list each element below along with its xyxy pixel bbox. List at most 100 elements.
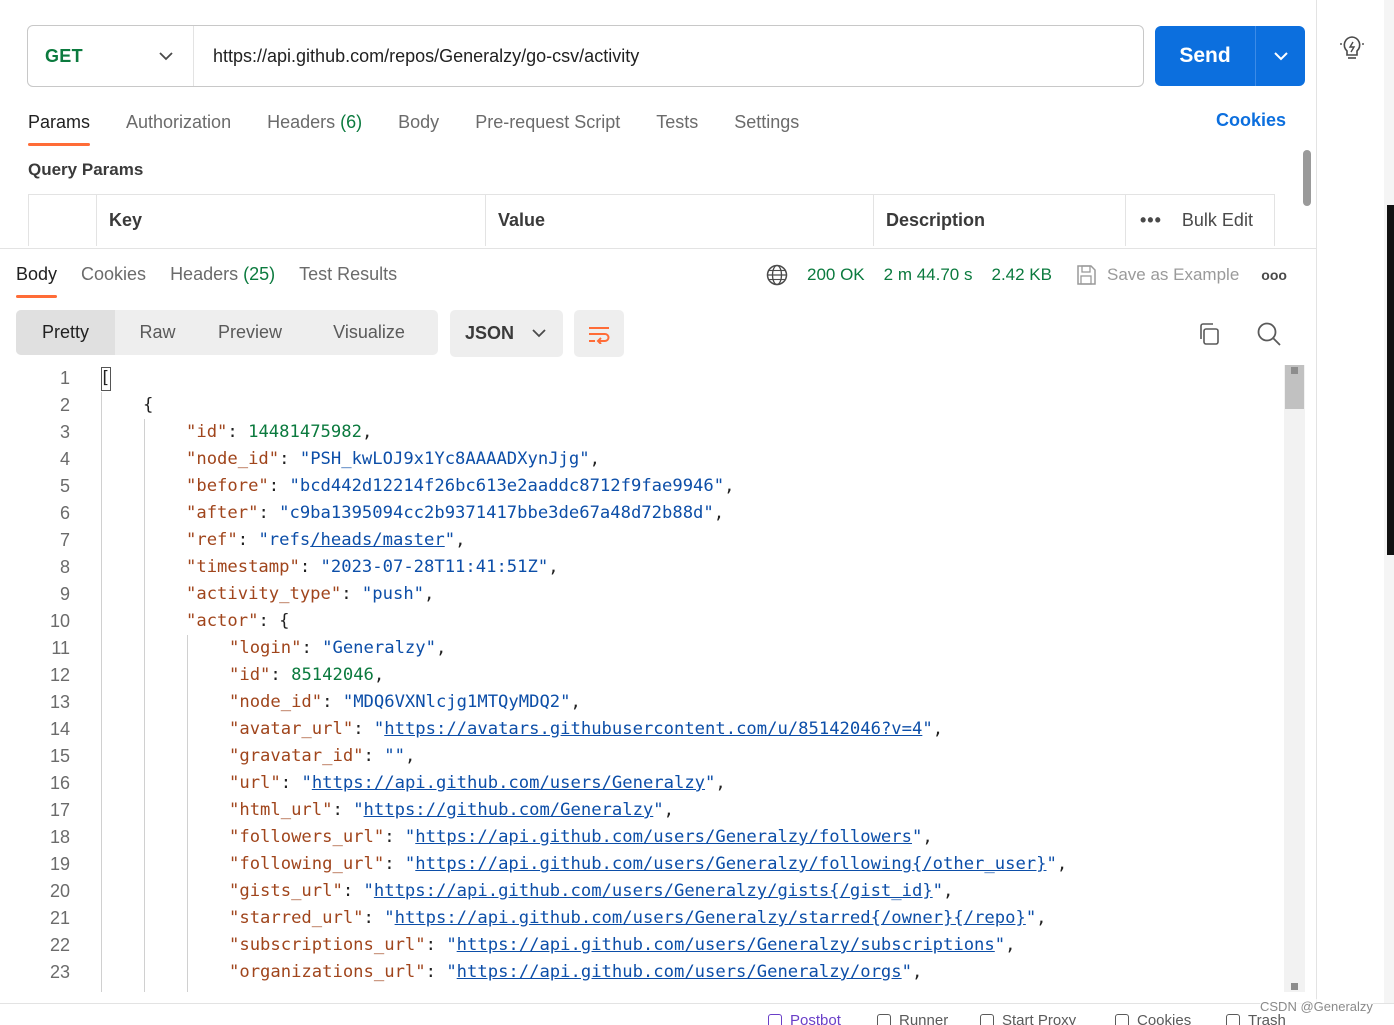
code-line: 22 "subscriptions_url": "https://api.gith… — [0, 932, 1284, 959]
response-tab-cookies[interactable]: Cookies — [81, 262, 146, 298]
code-text: "ref": "refs/heads/master", — [186, 527, 465, 554]
response-tab-body[interactable]: Body — [16, 262, 58, 298]
more-icon[interactable]: ••• — [1140, 210, 1162, 231]
proxy-icon — [980, 1013, 994, 1025]
cookies-link[interactable]: Cookies — [1216, 110, 1286, 131]
response-tab-test-results[interactable]: Test Results — [299, 262, 397, 298]
url-input[interactable]: https://api.github.com/repos/Generalzy/g… — [194, 46, 639, 67]
tab-headers[interactable]: Headers (6) — [267, 110, 362, 146]
json-key: "before" — [186, 476, 269, 496]
tab-label: Headers — [170, 264, 239, 284]
json-link[interactable]: https://api.github.com/users/Generalzy — [312, 773, 705, 793]
bulk-edit-button[interactable]: ••• Bulk Edit — [1126, 195, 1274, 246]
postbot-button[interactable]: Postbot — [768, 1012, 841, 1025]
json-punct: : — [280, 773, 302, 793]
method-select[interactable]: GET — [28, 26, 194, 86]
chevron-down-icon — [159, 51, 173, 61]
format-select[interactable]: JSON — [450, 310, 563, 357]
json-punct: , — [663, 800, 675, 820]
json-punct: : — [322, 692, 343, 712]
code-text: "html_url": "https://github.com/Generalz… — [229, 797, 674, 824]
json-key: "node_id" — [229, 692, 323, 712]
status-badge[interactable]: 200 OK — [807, 265, 865, 285]
view-preview-button[interactable]: Preview — [200, 310, 300, 355]
tab-authorization[interactable]: Authorization — [126, 110, 231, 146]
json-link[interactable]: https://api.github.com/users/Generalzy/f… — [415, 854, 1046, 874]
code-text: "actor": { — [186, 608, 289, 635]
tab-pre-request-script[interactable]: Pre-request Script — [475, 110, 620, 146]
json-link[interactable]: https://avatars.githubusercontent.com/u/… — [384, 719, 922, 739]
response-time[interactable]: 2 m 44.70 s — [884, 265, 973, 285]
tab-params[interactable]: Params — [28, 110, 91, 146]
code-line: 8 "timestamp": "2023-07-28T11:41:51Z", — [0, 554, 1284, 581]
json-link[interactable]: https://github.com/Generalzy — [364, 800, 654, 820]
query-params-title: Query Params — [28, 160, 144, 179]
view-mode-group: Pretty Raw Preview Visualize — [16, 310, 438, 355]
code-text: "activity_type": "push", — [186, 581, 434, 608]
json-string: "PSH_kwLOJ9x1Yc8AAAADXynJjg" — [299, 449, 590, 469]
json-link[interactable]: https://api.github.com/users/Generalzy/s… — [457, 935, 995, 955]
runner-button[interactable]: Runner — [877, 1012, 948, 1025]
cookies-button[interactable]: Cookies — [1115, 1012, 1191, 1025]
code-line: 3 "id": 14481475982, — [0, 419, 1284, 446]
save-as-example-button[interactable]: Save as Example — [1075, 264, 1239, 286]
response-tab-headers[interactable]: Headers (25) — [170, 262, 275, 298]
view-raw-button[interactable]: Raw — [115, 310, 200, 355]
more-options-icon[interactable]: ooo — [1261, 267, 1287, 283]
lightbulb-icon[interactable] — [1339, 34, 1365, 67]
tab-body[interactable]: Body — [398, 110, 439, 146]
view-pretty-button[interactable]: Pretty — [16, 310, 115, 355]
code-text: "gravatar_id": "", — [229, 743, 415, 770]
code-line: 4 "node_id": "PSH_kwLOJ9x1Yc8AAAADXynJjg"… — [0, 446, 1284, 473]
json-string: " — [384, 908, 395, 928]
scroll-up-arrow[interactable] — [1291, 367, 1298, 374]
json-punct: , — [361, 422, 373, 442]
wrap-lines-button[interactable] — [574, 310, 624, 357]
json-punct: , — [1036, 908, 1047, 928]
json-key: "id" — [186, 422, 228, 442]
response-body-editor[interactable]: 1[2{3 "id": 14481475982, 4 "node_id": "PSH_… — [0, 365, 1284, 992]
runner-icon — [877, 1013, 891, 1025]
json-string: "Generalzy" — [322, 638, 436, 658]
globe-icon[interactable] — [766, 264, 788, 286]
code-text: "organizations_url": "https://api.github… — [229, 959, 922, 986]
copy-icon[interactable] — [1196, 321, 1222, 352]
tab-label: Settings — [734, 112, 800, 132]
scroll-down-arrow[interactable] — [1291, 983, 1298, 990]
json-link[interactable]: https://api.github.com/users/Generalzy/f… — [415, 827, 912, 847]
code-scrollbar[interactable] — [1284, 365, 1305, 992]
trash-icon — [1226, 1013, 1240, 1025]
code-text: "url": "https://api.github.com/users/Gen… — [229, 770, 726, 797]
json-link[interactable]: https://api.github.com/users/Generalzy/o… — [457, 962, 902, 982]
json-string: " — [301, 773, 312, 793]
pane-divider[interactable] — [0, 248, 1316, 249]
chevron-down-icon — [1273, 51, 1288, 60]
tab-label: Cookies — [81, 264, 147, 284]
search-icon[interactable] — [1256, 321, 1282, 352]
line-number: 15 — [49, 746, 70, 766]
code-text: "timestamp": "2023-07-28T11:41:51Z", — [186, 554, 559, 581]
code-line: 12 "id": 85142046, — [0, 662, 1284, 689]
send-button[interactable]: Send — [1155, 44, 1255, 68]
json-key: "node_id" — [186, 449, 280, 469]
json-key: "gists_url" — [229, 881, 343, 901]
request-scrollbar[interactable] — [1303, 150, 1311, 206]
send-options-button[interactable] — [1256, 51, 1305, 61]
tab-settings[interactable]: Settings — [734, 110, 799, 146]
status-bar: Postbot Runner Start Proxy Cookies Trash — [0, 1003, 1394, 1025]
bulk-edit-label: Bulk Edit — [1181, 210, 1253, 230]
json-punct: : { — [258, 611, 290, 631]
wrap-icon — [589, 326, 610, 344]
json-link[interactable]: /heads/master — [310, 530, 445, 550]
start-proxy-button[interactable]: Start Proxy — [980, 1012, 1076, 1025]
json-key: "html_url" — [229, 800, 333, 820]
column-key: Key — [97, 195, 486, 246]
json-link[interactable]: https://api.github.com/users/Generalzy/s… — [395, 908, 1026, 928]
json-punct: [ — [100, 368, 111, 388]
tab-tests[interactable]: Tests — [656, 110, 698, 146]
code-line: 16 "url": "https://api.github.com/users/G… — [0, 770, 1284, 797]
response-size[interactable]: 2.42 KB — [991, 265, 1052, 285]
view-visualize-button[interactable]: Visualize — [300, 310, 438, 355]
json-link[interactable]: https://api.github.com/users/Generalzy/g… — [374, 881, 933, 901]
code-text: "id": 85142046, — [229, 662, 384, 689]
